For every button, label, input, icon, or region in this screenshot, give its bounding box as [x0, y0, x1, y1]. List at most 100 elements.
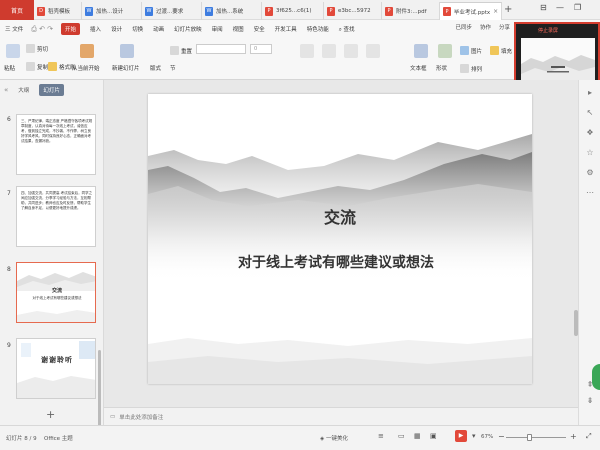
zoom-slider-handle[interactable]	[527, 434, 532, 441]
maximize-icon[interactable]: ❐	[574, 3, 581, 12]
font-name-select[interactable]	[196, 44, 246, 54]
section-button[interactable]: 节	[170, 64, 176, 72]
menu-design[interactable]: 设计	[111, 25, 122, 33]
normal-view-icon[interactable]: ▭	[398, 432, 405, 440]
menu-slideshow[interactable]: 幻灯片放映	[174, 25, 202, 33]
picture-button[interactable]: 图片	[460, 46, 482, 55]
collapse-rail-icon[interactable]: ▸	[585, 88, 595, 98]
zoom-out-button[interactable]: −	[498, 432, 505, 441]
slide-subtitle[interactable]: 对于线上考试有哪些建议或想法	[236, 246, 436, 280]
tab-pdf-1[interactable]: P 3f625...c6(1)	[262, 2, 324, 20]
fill-button[interactable]: 填充	[490, 46, 512, 55]
fit-window-icon[interactable]: ⤢	[586, 432, 592, 441]
tab-pdf-2[interactable]: P e3bc...5972	[324, 2, 382, 20]
paste-button[interactable]: 粘贴	[4, 64, 15, 72]
layout-button[interactable]: 版式	[150, 64, 161, 72]
menu-file[interactable]: 三 文件	[5, 25, 23, 33]
slide-thumbnail-7[interactable]: 四、加强交流，共同提高 考试结束后，同学之间应加强交流，分享学习经验与方法，互相…	[16, 186, 96, 247]
menu-home[interactable]: 开始	[61, 23, 81, 35]
star-icon[interactable]: ☆	[585, 148, 595, 158]
reset-button[interactable]: 重置	[170, 46, 192, 55]
shape-icon[interactable]	[438, 44, 452, 58]
close-tab-icon[interactable]: ×	[493, 8, 498, 15]
thumbnail-text: 四、加强交流，共同提高 考试结束后，同学之间应加强交流，分享学习经验与方法，互相…	[21, 191, 93, 210]
sorter-view-icon[interactable]: ▦	[414, 432, 421, 440]
zoom-slider-track[interactable]	[506, 437, 566, 438]
reading-view-icon[interactable]: ▣	[430, 432, 437, 440]
more-icon[interactable]: ⋯	[585, 188, 595, 198]
slide-thumbnail-8[interactable]: 交流 对于线上考试有哪些建议或想法	[16, 262, 96, 323]
slide-counter: 幻灯片 8 / 9	[6, 436, 37, 442]
thumbnail-thanks-text: 谢谢聆听	[41, 356, 73, 364]
outline-view-icon[interactable]: ≡	[378, 432, 384, 440]
share-button[interactable]: 分享	[499, 23, 510, 31]
assistant-floating-button[interactable]	[592, 364, 600, 390]
menu-animation[interactable]: 动画	[153, 25, 164, 33]
notes-icon: ▭	[110, 413, 116, 420]
window-tile-icon[interactable]: ⊟	[540, 3, 547, 12]
slide-thumbnail-9[interactable]: 谢谢聆听	[16, 338, 96, 399]
add-tab-button[interactable]: +	[504, 4, 512, 15]
arrange-button[interactable]: 排列	[460, 64, 482, 73]
tab-doc-3[interactable]: W 加热...系统	[202, 2, 262, 20]
beautify-button[interactable]: ◈ 一键美化	[320, 434, 348, 442]
paragraph-group-icon[interactable]	[322, 44, 336, 58]
menu-insert[interactable]: 插入	[90, 25, 101, 33]
new-slide-button[interactable]: 新建幻灯片	[112, 64, 140, 72]
zoom-in-button[interactable]: +	[570, 432, 577, 441]
list-group-icon[interactable]	[344, 44, 358, 58]
from-current-button[interactable]: 从当前开始	[72, 64, 100, 72]
home-tab[interactable]: 首页	[0, 0, 34, 20]
cursor-icon[interactable]: ↖	[585, 108, 595, 118]
style-icon[interactable]: ❖	[585, 128, 595, 138]
settings-icon[interactable]: ⚙	[585, 168, 595, 178]
tab-doc-2[interactable]: W 过渡...要求	[142, 2, 202, 20]
tab-pdf-3[interactable]: P 附件3:...pdf	[382, 2, 440, 20]
slide-title[interactable]: 交流	[148, 204, 532, 228]
play-from-current-icon[interactable]	[80, 44, 94, 58]
stop-recording-button[interactable]: 停止录屏	[538, 27, 558, 34]
quick-access-icons[interactable]: ⎙ ↶ ↷	[31, 25, 53, 34]
menu-review[interactable]: 审阅	[212, 25, 223, 33]
menu-security[interactable]: 安全	[254, 25, 265, 33]
scroll-down-icon[interactable]: ⇟	[585, 396, 595, 406]
slideshow-dropdown-icon[interactable]: ▾	[472, 432, 476, 440]
word-doc-icon: W	[145, 6, 153, 16]
new-slide-icon[interactable]	[120, 44, 134, 58]
word-doc-icon: W	[205, 6, 213, 16]
textbox-icon[interactable]	[414, 44, 428, 58]
pdf-icon: P	[385, 6, 393, 16]
textbox-button[interactable]: 文本框	[410, 64, 427, 72]
slide-canvas[interactable]: 交流 对于线上考试有哪些建议或想法	[148, 94, 532, 384]
shape-button[interactable]: 形状	[436, 64, 447, 72]
tab-doc-1[interactable]: W 加热...设计	[82, 2, 142, 20]
collapse-pane-icon[interactable]: «	[4, 86, 8, 94]
paste-icon[interactable]	[6, 44, 20, 58]
copy-button[interactable]: 复制	[26, 62, 48, 71]
tab-outline[interactable]: 大纲	[14, 84, 33, 96]
collab-button[interactable]: 协作	[480, 23, 491, 31]
cut-button[interactable]: 剪切	[26, 44, 48, 53]
menu-view[interactable]: 视图	[233, 25, 244, 33]
menu-features[interactable]: 特色功能	[307, 25, 329, 33]
menu-transition[interactable]: 切换	[132, 25, 143, 33]
tab-docer[interactable]: D 稻壳模板	[34, 2, 82, 20]
play-slideshow-button[interactable]: ▶	[455, 430, 467, 442]
spacing-group-icon[interactable]	[366, 44, 380, 58]
align-group-icon[interactable]	[300, 44, 314, 58]
search-button[interactable]: ⌕ 查找	[339, 25, 355, 34]
scissors-icon	[26, 44, 35, 53]
zoom-level[interactable]: 67%	[481, 434, 493, 440]
tab-slides[interactable]: 幻灯片	[39, 84, 64, 96]
tab-pptx-active[interactable]: P 毕业考试.pptx ×	[440, 2, 502, 20]
slide-number: 8	[7, 266, 11, 273]
font-size-select[interactable]: 0	[250, 44, 272, 54]
sync-status[interactable]: 已同步	[455, 23, 472, 31]
slide-thumbnail-6[interactable]: 三、严肃纪律，端正态度 严格遵守各项考试规章制度，认真对待每一次线上考试，诚信应…	[16, 114, 96, 175]
notes-area[interactable]: ▭ 单击此处添加备注	[104, 407, 578, 425]
slide-number: 6	[7, 116, 11, 123]
menu-devtools[interactable]: 开发工具	[275, 25, 297, 33]
ppt-icon: P	[443, 7, 451, 16]
add-slide-button[interactable]: +	[46, 408, 55, 421]
minimize-icon[interactable]: —	[556, 3, 564, 12]
